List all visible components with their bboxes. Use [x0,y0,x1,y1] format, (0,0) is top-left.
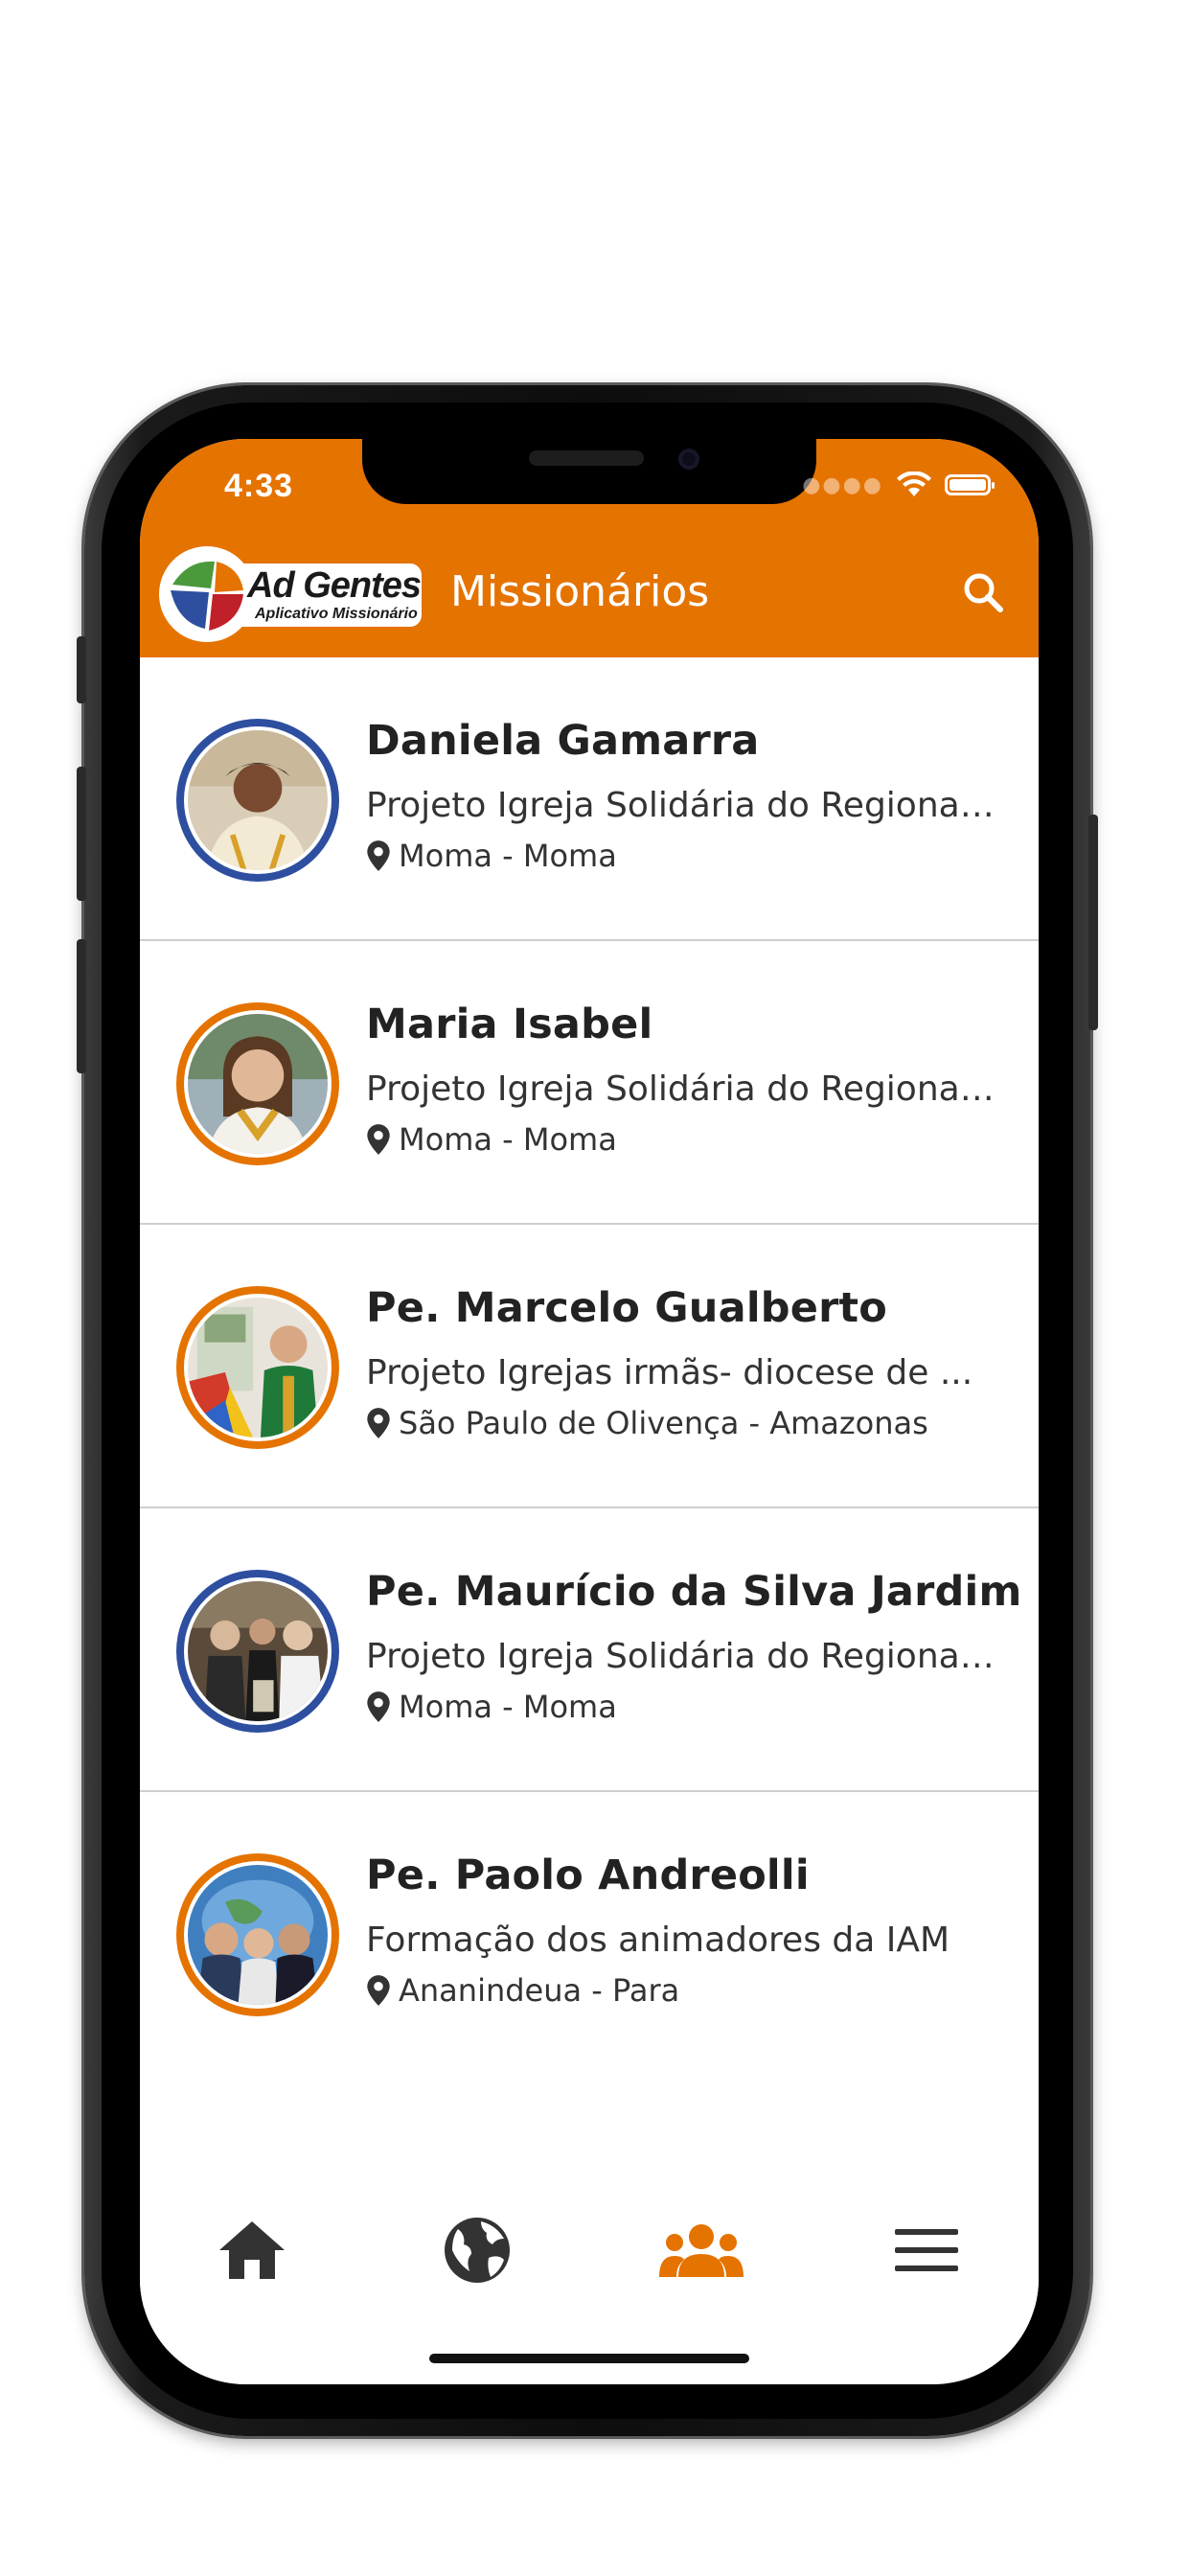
page-title: Missionários [450,567,710,616]
location-label: Ananindeua - Para [399,1972,680,2009]
missionary-project: Projeto Igrejas irmãs- diocese de ... [366,1353,973,1392]
mute-switch [77,636,86,703]
status-time: 4:33 [224,468,294,504]
missionary-project: Projeto Igreja Solidária do Regional ... [366,1637,998,1676]
missionary-name: Pe. Marcelo Gualberto [366,1284,888,1332]
list-item[interactable]: Maria Isabel Projeto Igreja Solidária do… [140,941,1039,1225]
volume-down-button [77,939,86,1073]
location-label: Moma - Moma [399,838,617,874]
home-indicator[interactable] [429,2354,749,2363]
search-icon [964,573,1003,612]
avatar [176,1002,339,1165]
location-pin-icon [367,840,390,871]
logo-emblem [159,546,255,642]
list-item[interactable]: Pe. Maurício da Silva Jardim Projeto Igr… [140,1508,1039,1792]
tab-menu[interactable] [883,2207,970,2293]
home-icon [219,2221,286,2279]
location-pin-icon [367,1691,390,1722]
list-item[interactable]: Pe. Marcelo Gualberto Projeto Igrejas ir… [140,1225,1039,1508]
globe-icon [444,2218,510,2283]
front-camera [678,448,699,470]
missionary-name: Pe. Maurício da Silva Jardim [366,1568,1022,1616]
logo-subtitle: Aplicativo Missionário [255,606,418,622]
status-icons: ●●●● [802,466,995,504]
people-icon [659,2224,744,2277]
missionary-name: Pe. Paolo Andreolli [366,1852,810,1899]
search-button[interactable] [958,567,1012,621]
location-pin-icon [367,1975,390,2006]
tab-world[interactable] [434,2207,520,2293]
app-screen: 4:33 ●●●● Ad Gentes Aplicativo Missionár… [140,439,1039,2384]
location-label: São Paulo de Olivença - Amazonas [399,1405,928,1441]
location-pin-icon [367,1124,390,1155]
battery-icon [945,474,995,495]
location-label: Moma - Moma [399,1121,617,1158]
wifi-icon [897,472,931,496]
missionary-location: Moma - Moma [366,1121,617,1158]
missionary-name: Maria Isabel [366,1000,653,1048]
power-button [1088,815,1098,1030]
app-logo[interactable]: Ad Gentes Aplicativo Missionário [159,546,425,642]
avatar [176,1570,339,1733]
avatar [176,719,339,882]
location-pin-icon [367,1408,390,1438]
volume-up-button [77,767,86,901]
notch [362,439,816,504]
missionary-location: Ananindeua - Para [366,1972,679,2009]
location-label: Moma - Moma [399,1689,617,1725]
speaker [529,450,644,466]
list-item[interactable]: Pe. Paolo Andreolli Formação dos animado… [140,1792,1039,2076]
list-item[interactable]: Daniela Gamarra Projeto Igreja Solidária… [140,657,1039,941]
missionary-list: Daniela Gamarra Projeto Igreja Solidária… [140,657,1039,2076]
avatar [176,1853,339,2016]
tab-missionaries[interactable] [658,2207,744,2293]
avatar [176,1286,339,1449]
missionary-location: Moma - Moma [366,838,617,874]
menu-icon [894,2229,958,2271]
tab-home[interactable] [209,2207,295,2293]
missionary-project: Projeto Igreja Solidária do Regional ... [366,1070,998,1109]
missionary-location: São Paulo de Olivença - Amazonas [366,1405,928,1441]
app-header: 4:33 ●●●● Ad Gentes Aplicativo Missionár… [140,439,1039,657]
missionary-project: Formação dos animadores da IAM [366,1920,950,1960]
missionary-name: Daniela Gamarra [366,717,760,765]
missionary-location: Moma - Moma [366,1689,617,1725]
missionary-project: Projeto Igreja Solidária do Regional ... [366,786,998,825]
signal-icon: ●●●● [802,472,883,497]
logo-title: Ad Gentes [247,565,422,606]
bottom-tab-bar [140,2193,1039,2308]
